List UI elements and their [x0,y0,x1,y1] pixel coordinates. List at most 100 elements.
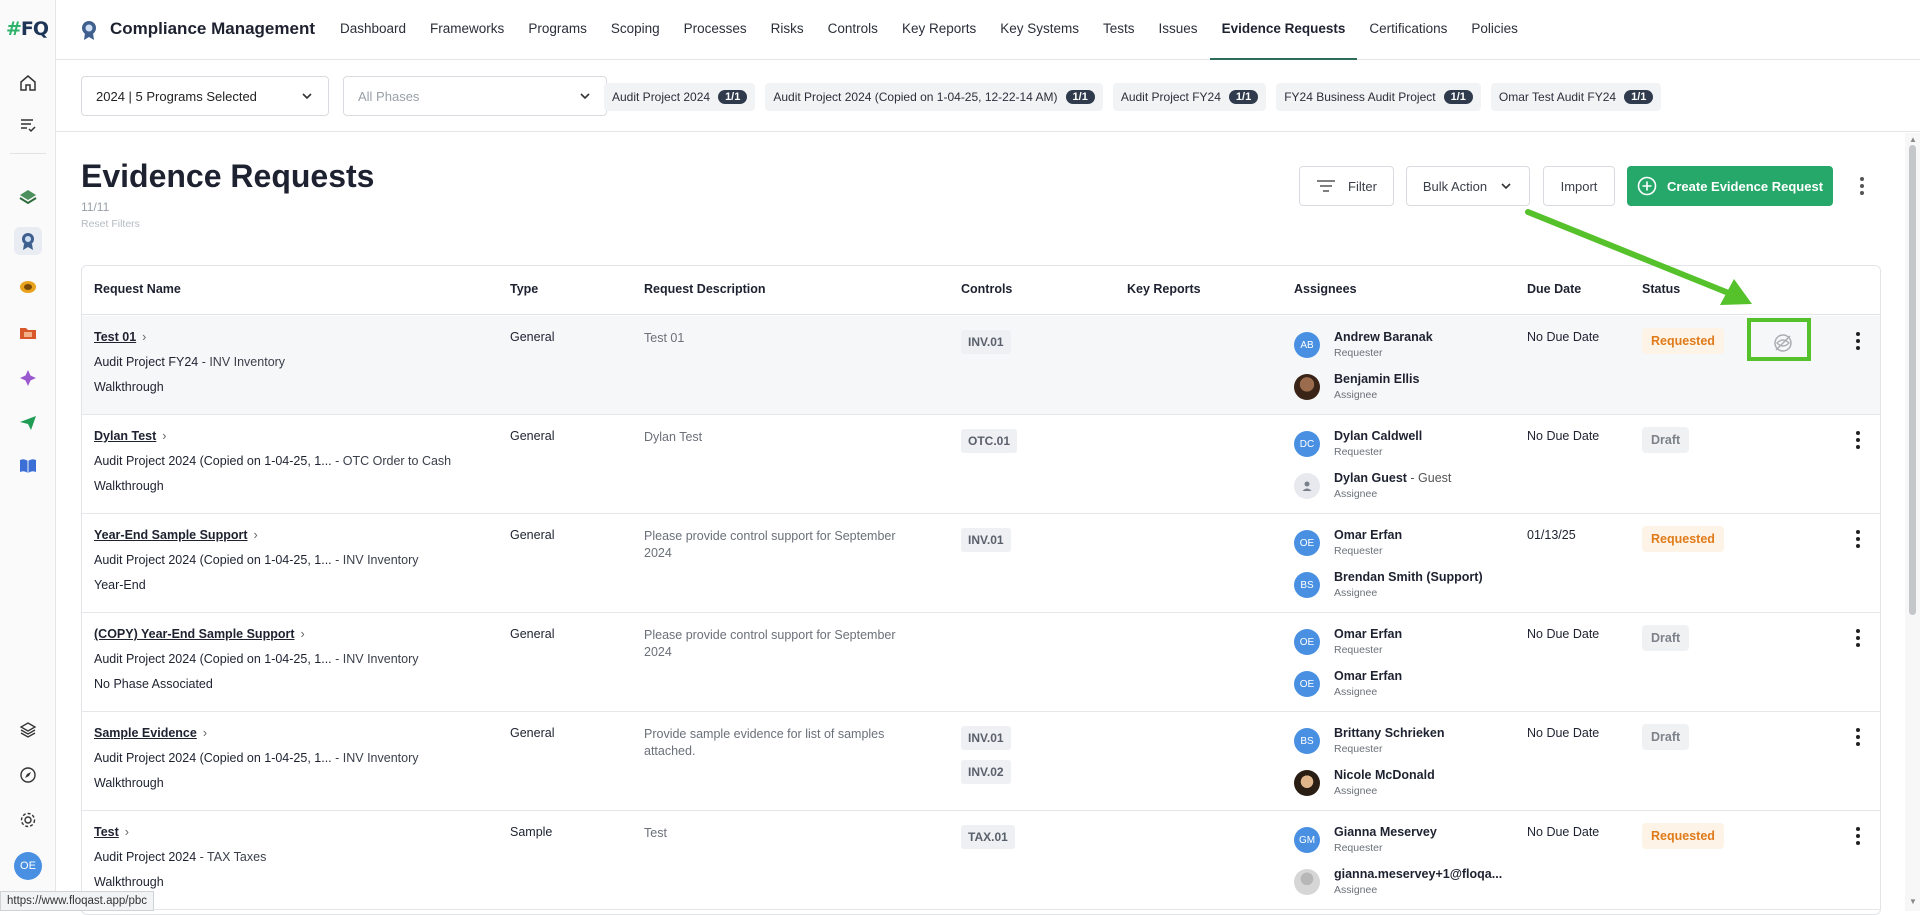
status-badge: Requested [1642,526,1724,552]
nav-controls[interactable]: Controls [816,0,890,60]
person-name-line: Omar Erfan [1334,627,1402,641]
control-tag[interactable]: INV.01 [961,330,1011,354]
reconciliation-module-icon[interactable] [14,273,42,301]
person-name: Benjamin Ellis [1334,372,1420,386]
control-tag[interactable]: TAX.01 [961,825,1015,849]
person-role: Assignee [1334,587,1378,599]
nav-certifications[interactable]: Certifications [1357,0,1459,60]
header-assignees[interactable]: Assignees [1294,282,1357,296]
due-date: No Due Date [1527,330,1600,344]
nav-programs[interactable]: Programs [516,0,599,60]
header-status[interactable]: Status [1642,282,1680,296]
program-chip[interactable]: Omar Test Audit FY24 1/1 [1490,83,1662,111]
phase-select[interactable]: All Phases [343,76,607,116]
header-request-name[interactable]: Request Name [94,282,181,296]
request-name: Dylan Test [94,429,157,443]
import-button[interactable]: Import [1543,166,1615,206]
header-controls[interactable]: Controls [961,282,1012,296]
program-chip[interactable]: FY24 Business Audit Project 1/1 [1276,83,1481,111]
row-more-options-icon[interactable] [1851,823,1865,849]
nav-evidence-requests[interactable]: Evidence Requests [1209,0,1358,60]
nav-scoping[interactable]: Scoping [599,0,672,60]
program-chip[interactable]: Audit Project 2024 1/1 [604,83,756,111]
user-avatar[interactable]: OE [14,852,42,880]
table-row[interactable]: Dylan Test › Audit Project 2024 (Copied on… [82,415,1880,514]
program-select[interactable]: 2024 | 5 Programs Selected [81,76,329,116]
create-evidence-request-button[interactable]: Create Evidence Request [1627,166,1833,206]
header-description[interactable]: Request Description [644,282,766,296]
request-name: Test [94,825,119,839]
request-name-link[interactable]: Dylan Test › [94,429,166,443]
request-phase: Walkthrough [94,776,164,790]
scroll-thumb[interactable] [1909,145,1916,615]
request-name-link[interactable]: Test › [94,825,129,839]
layers-icon[interactable] [14,716,42,744]
nav-tests[interactable]: Tests [1091,0,1147,60]
control-tag[interactable]: INV.01 [961,528,1011,552]
avatar-initials: BS [1300,735,1314,747]
book-module-icon[interactable] [14,452,42,480]
table-row[interactable]: Year-End Sample Support › Audit Project 20… [82,514,1880,613]
nav-risks[interactable]: Risks [759,0,816,60]
sparkle-module-icon[interactable] [14,364,42,392]
chip-label: Omar Test Audit FY24 [1498,90,1617,104]
reset-filters-link[interactable]: Reset Filters [81,218,140,230]
table-row[interactable]: (COPY) Year-End Sample Support › Audit Pro… [82,613,1880,712]
top-navigation: Compliance Management Dashboard Framewor… [56,0,1920,60]
page-scrollbar[interactable]: ▲ ▼ [1905,133,1920,911]
person-name: Omar Erfan [1334,627,1403,641]
avatar: OE [1294,629,1320,655]
nav-frameworks[interactable]: Frameworks [418,0,516,60]
header-type[interactable]: Type [510,282,538,296]
page-title: Evidence Requests [81,158,375,194]
task-list-icon[interactable] [14,111,42,139]
request-name-link[interactable]: Test 01 › [94,330,146,344]
request-type: General [510,627,555,641]
project-name: Audit Project 2024 (Copied on 1-04-25, 1… [94,652,332,666]
nav-processes[interactable]: Processes [672,0,759,60]
request-name: Year-End Sample Support [94,528,248,542]
table-row[interactable]: Sample Evidence › Audit Project 2024 (Copi… [82,712,1880,811]
nav-key-reports[interactable]: Key Reports [890,0,988,60]
chevron-right-icon: › [300,627,305,641]
row-more-options-icon[interactable] [1851,427,1865,453]
table-row[interactable]: Test 01 › Audit Project FY24 - INV Invento… [82,316,1880,415]
control-tag[interactable]: INV.02 [961,760,1011,784]
request-name-link[interactable]: Year-End Sample Support › [94,528,258,542]
more-options-icon[interactable] [1851,174,1873,198]
program-chip[interactable]: Audit Project FY24 1/1 [1112,83,1267,111]
row-more-options-icon[interactable] [1851,625,1865,651]
control-tag[interactable]: OTC.01 [961,429,1018,453]
nav-key-systems[interactable]: Key Systems [988,0,1091,60]
floqast-logo[interactable]: #FQ [6,18,50,44]
guest-tag: - Guest [1406,471,1452,485]
folder-module-icon[interactable] [14,319,42,347]
row-more-options-icon[interactable] [1851,328,1865,354]
control-tag[interactable]: INV.01 [961,726,1011,750]
avatar [1294,770,1320,796]
avatar-initials: AB [1300,339,1314,351]
row-more-options-icon[interactable] [1851,526,1865,552]
nav-dashboard[interactable]: Dashboard [328,0,418,60]
filter-button[interactable]: Filter [1299,166,1394,206]
header-due-date[interactable]: Due Date [1527,282,1581,296]
gear-icon[interactable] [14,806,42,834]
send-module-icon[interactable] [14,409,42,437]
table-row[interactable]: Test › Audit Project 2024 - TAX Taxes Walkt… [82,811,1880,910]
due-date: No Due Date [1527,726,1600,740]
request-name-link[interactable]: Sample Evidence › [94,726,207,740]
row-more-options-icon[interactable] [1851,724,1865,750]
program-chip[interactable]: Audit Project 2024 (Copied on 1-04-25, 1… [765,83,1103,111]
person-role: Assignee [1334,686,1378,698]
header-key-reports[interactable]: Key Reports [1127,282,1201,296]
compliance-module-icon[interactable] [14,227,42,255]
bulk-action-button[interactable]: Bulk Action [1406,166,1530,206]
close-module-icon[interactable] [14,183,42,211]
project-name: Audit Project 2024 [94,850,197,864]
nav-policies[interactable]: Policies [1459,0,1530,60]
chevron-down-icon [1501,183,1511,190]
request-name-link[interactable]: (COPY) Year-End Sample Support › [94,627,305,641]
compass-icon[interactable] [14,761,42,789]
home-icon[interactable] [14,69,42,97]
nav-issues[interactable]: Issues [1147,0,1210,60]
